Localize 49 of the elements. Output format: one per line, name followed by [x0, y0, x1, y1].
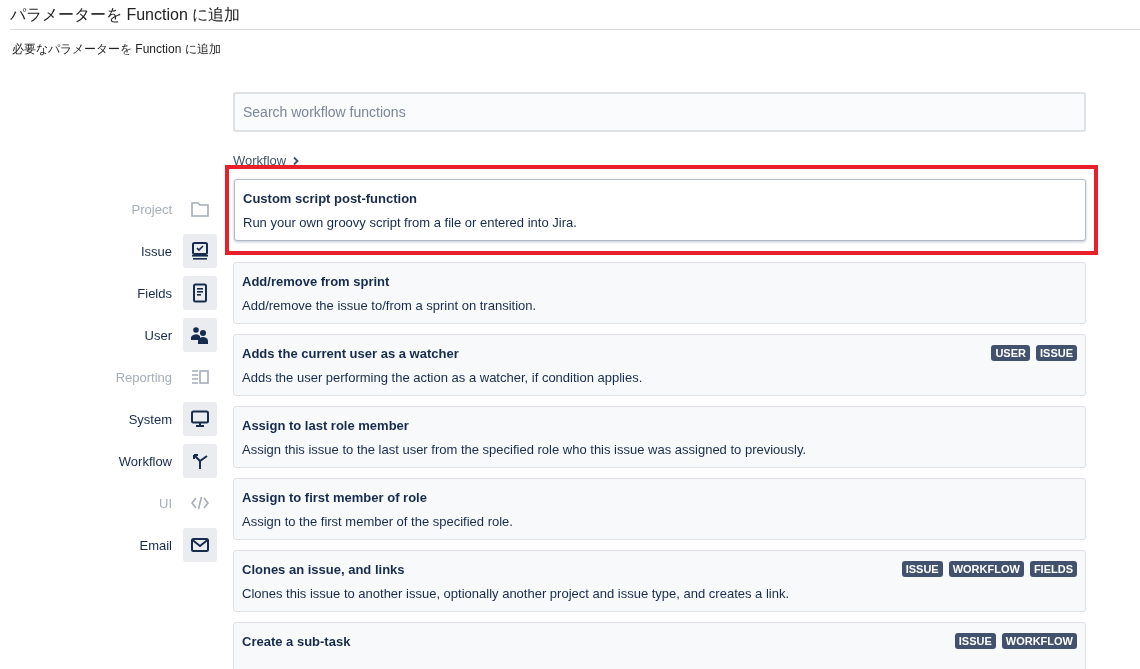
function-title: Create a sub-task — [242, 633, 352, 649]
function-description: Add/remove the issue to/from a sprint on transition. — [242, 298, 538, 313]
search-field[interactable]: Search workflow functions — [233, 92, 1086, 132]
function-card[interactable]: Clones an issue, and links ISSUE WORKFLOW FIELDS Clones this issue to another issue, optionally another project and issue type, and creates a link. — [233, 550, 1086, 612]
category-label: UI — [159, 495, 172, 511]
category-label: Fields — [137, 285, 172, 301]
tag-label: FIELDS — [1029, 561, 1077, 577]
function-card[interactable]: Custom script post-function Run your own groovy script from a file or entered into Jira. — [234, 179, 1086, 241]
tag-label: ISSUE — [1036, 345, 1077, 361]
category-button[interactable] — [183, 234, 217, 268]
category-label: Issue — [140, 243, 172, 259]
folder-icon — [190, 199, 210, 219]
category-label: Email — [139, 537, 172, 553]
category-label: Reporting — [115, 369, 172, 385]
page-title: パラメーターを Function に追加 — [10, 5, 241, 25]
function-description: Clones this issue to another issue, optionally another project and issue type, and creates a link. — [242, 586, 791, 601]
email-icon — [190, 535, 210, 555]
category-label: System — [128, 411, 172, 427]
page-subtitle: 必要なパラメーターを Function に追加 — [12, 41, 222, 58]
function-card[interactable]: Add/remove from sprint Add/remove the issue to/from a sprint on transition. — [233, 262, 1086, 324]
function-title: Add/remove from sprint — [242, 273, 391, 289]
function-description: Adds the user performing the action as a watcher, if condition applies. — [242, 370, 644, 385]
function-title: Assign to last role member — [242, 417, 410, 433]
function-card[interactable]: Assign to first member of role Assign to the first member of the specified role. — [233, 478, 1086, 540]
function-card[interactable]: Assign to last role member Assign this issue to the last user from the specified role who this issue was assigned to previously. — [233, 406, 1086, 468]
user-icon — [190, 325, 210, 345]
category-button[interactable] — [183, 318, 217, 352]
category-label: Project — [131, 201, 172, 217]
category-button[interactable] — [183, 402, 217, 436]
tag-label: USER — [991, 345, 1030, 361]
function-title: Custom script post-function — [243, 190, 419, 206]
function-title: Adds the current user as a watcher — [242, 345, 460, 361]
function-description: Assign to the first member of the specified role. — [242, 514, 514, 529]
category-button[interactable] — [183, 444, 217, 478]
tag-label: WORKFLOW — [948, 561, 1024, 577]
tag-label: ISSUE — [954, 633, 996, 649]
tag-label: WORKFLOW — [1001, 633, 1077, 649]
breadcrumb-link[interactable]: Workflow — [233, 153, 302, 168]
category-button[interactable] — [183, 276, 217, 310]
function-description: Assign this issue to the last user from the specified role who this issue was assigned to previously. — [242, 442, 808, 457]
category-label: User — [144, 327, 172, 343]
function-card[interactable]: Create a sub-task ISSUE WORKFLOW — [233, 622, 1086, 669]
tag-label: ISSUE — [901, 561, 943, 577]
category-button[interactable] — [183, 528, 217, 562]
category-label: Workflow — [118, 453, 172, 469]
function-title: Assign to first member of role — [242, 489, 428, 505]
function-title: Clones an issue, and links — [242, 561, 406, 577]
function-card[interactable]: Adds the current user as a watcher USER ISSUE Adds the user performing the action as a watcher, if condition applies. — [233, 334, 1086, 396]
function-description: Run your own groovy script from a file or entered into Jira. — [243, 215, 578, 230]
